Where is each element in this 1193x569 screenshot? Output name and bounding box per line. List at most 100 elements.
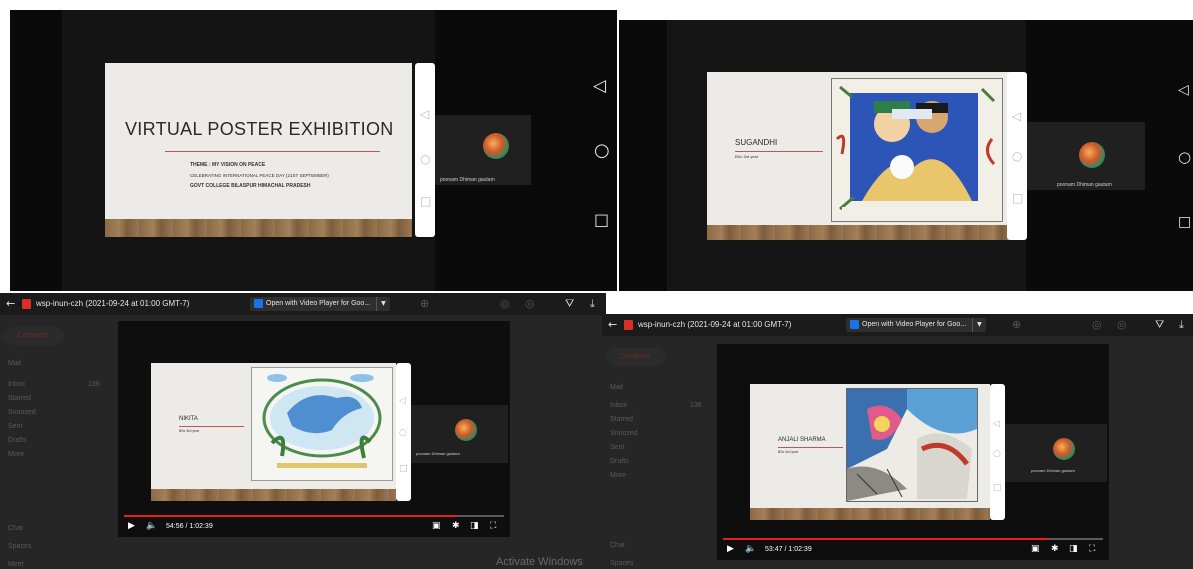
- miniplayer-icon[interactable]: ◨: [470, 521, 479, 531]
- sidebar-item-drafts[interactable]: Drafts: [8, 437, 27, 444]
- wooden-floor: [750, 508, 990, 520]
- play-icon[interactable]: ▶: [727, 544, 734, 554]
- poster-artwork: [251, 367, 393, 481]
- video-file-icon: [22, 299, 31, 309]
- android-home-icon[interactable]: ○: [594, 140, 610, 161]
- sidebar-item-starred[interactable]: Starred: [8, 395, 31, 402]
- theme-line: THEME : MY VISION ON PEACE: [190, 162, 266, 168]
- student-name: NIKITA: [179, 416, 198, 422]
- sidebar-item-inbox[interactable]: Inbox 136: [610, 402, 702, 409]
- sidebar-item-meet[interactable]: Meet: [8, 561, 24, 568]
- back-triangle-icon[interactable]: ◁: [1012, 110, 1021, 122]
- recents-square-icon[interactable]: □: [399, 463, 408, 475]
- back-triangle-icon[interactable]: ◁: [420, 108, 429, 120]
- add-to-drive-icon[interactable]: ⛛: [565, 297, 574, 311]
- dropdown-arrow-icon[interactable]: ▼: [972, 318, 986, 332]
- video-file-icon: [624, 320, 633, 330]
- student-class: BSc 3rd year: [778, 450, 799, 454]
- android-home-icon[interactable]: ○: [1178, 148, 1191, 166]
- sidebar-item-chat[interactable]: Chat: [8, 525, 23, 532]
- inbox-count: 136: [690, 402, 702, 409]
- home-circle-icon[interactable]: ○: [1012, 150, 1022, 162]
- play-icon[interactable]: ▶: [128, 521, 135, 531]
- android-back-icon[interactable]: ◁: [593, 76, 606, 96]
- video-player-app-icon: [850, 319, 859, 329]
- apps-icon[interactable]: ◎: [1117, 318, 1127, 331]
- add-comment-icon[interactable]: ⊕: [1012, 318, 1021, 331]
- open-with-label: Open with Video Player for Goo...: [862, 321, 967, 328]
- sidebar-item-sent[interactable]: Sent: [8, 423, 22, 430]
- drive-viewer-topbar: ← wsp-inun-czh (2021-09-24 at 01:00 GMT-…: [0, 293, 606, 315]
- sidebar-item-spaces[interactable]: Spaces: [610, 560, 633, 567]
- participant-tile: poonam Dhiman gautam: [435, 115, 531, 185]
- video-progress-bar[interactable]: [723, 538, 1103, 540]
- recents-square-icon[interactable]: □: [1012, 192, 1023, 204]
- captions-icon[interactable]: ▣: [432, 521, 441, 531]
- video-frame[interactable]: ANJALI SHARMA BSc 3rd year ◁ ○ □ poonam …: [717, 344, 1109, 560]
- back-triangle-icon[interactable]: ◁: [993, 418, 1000, 430]
- sidebar-item-snoozed[interactable]: Snoozed: [8, 409, 36, 416]
- mail-header: Mail: [8, 360, 21, 367]
- phone-capture-title-slide: VIRTUAL POSTER EXHIBITION THEME : MY VIS…: [10, 10, 617, 291]
- phone-side-navbar: ◁ ○ □: [396, 363, 411, 501]
- android-recents-icon[interactable]: □: [1178, 214, 1191, 230]
- sidebar-item-spaces[interactable]: Spaces: [8, 543, 31, 550]
- download-icon[interactable]: ⤓: [1179, 318, 1184, 332]
- file-name: wsp-inun-czh (2021-09-24 at 01:00 GMT-7): [638, 320, 792, 329]
- sidebar-item-inbox[interactable]: Inbox 136: [8, 381, 100, 388]
- fullscreen-icon[interactable]: ⛶: [1089, 544, 1095, 554]
- participant-avatar: [455, 419, 477, 441]
- add-comment-icon[interactable]: ⊕: [420, 297, 429, 310]
- volume-icon[interactable]: 🔈: [745, 544, 756, 554]
- home-circle-icon[interactable]: ○: [993, 448, 1001, 460]
- video-time: 53:47 / 1:02:39: [765, 546, 812, 553]
- open-with-button[interactable]: Open with Video Player for Goo... ▼: [846, 318, 986, 332]
- screenshot-collage: VIRTUAL POSTER EXHIBITION THEME : MY VIS…: [0, 0, 1193, 569]
- android-back-icon[interactable]: ◁: [1178, 82, 1189, 98]
- compose-button[interactable]: Compose: [606, 348, 666, 366]
- home-circle-icon[interactable]: ○: [399, 427, 407, 439]
- open-with-button[interactable]: Open with Video Player for Goo... ▼: [250, 297, 390, 311]
- back-arrow-icon[interactable]: ←: [608, 318, 617, 331]
- home-circle-icon[interactable]: ○: [420, 153, 430, 165]
- title-rule: [179, 426, 244, 427]
- fullscreen-icon[interactable]: ⛶: [490, 521, 496, 531]
- participant-avatar: [1053, 438, 1075, 460]
- sidebar-item-more[interactable]: More: [610, 472, 626, 479]
- presentation-slide: VIRTUAL POSTER EXHIBITION THEME : MY VIS…: [105, 63, 412, 237]
- recents-square-icon[interactable]: □: [420, 195, 431, 207]
- download-icon[interactable]: ⤓: [590, 297, 595, 311]
- slide-title: VIRTUAL POSTER EXHIBITION: [125, 119, 394, 139]
- dropdown-arrow-icon[interactable]: ▼: [376, 297, 390, 311]
- sidebar-item-chat[interactable]: Chat: [610, 542, 625, 549]
- settings-gear-icon[interactable]: ✱: [1051, 544, 1059, 554]
- drive-video-viewer-nikita: Compose Mail Inbox 136 Starred Snoozed Se…: [0, 293, 606, 569]
- settings-gear-icon[interactable]: ✱: [452, 521, 460, 531]
- student-name: ANJALI SHARMA: [778, 437, 826, 443]
- video-frame[interactable]: NIKITA BSc 3rd year ◁ ○ □ poonam Dhiman …: [118, 321, 510, 537]
- phone-side-navbar: ◁ ○ □: [990, 384, 1005, 520]
- file-name: wsp-inun-czh (2021-09-24 at 01:00 GMT-7): [36, 299, 190, 308]
- video-progress-bar[interactable]: [124, 515, 504, 517]
- apps-icon[interactable]: ◎: [525, 297, 535, 310]
- captions-icon[interactable]: ▣: [1031, 544, 1040, 554]
- recents-square-icon[interactable]: □: [993, 482, 1002, 494]
- compose-button[interactable]: Compose: [4, 327, 64, 345]
- info-icon[interactable]: ◎: [500, 297, 510, 310]
- add-to-drive-icon[interactable]: ⛛: [1155, 318, 1164, 332]
- sidebar-item-sent[interactable]: Sent: [610, 444, 624, 451]
- sidebar-item-starred[interactable]: Starred: [610, 416, 633, 423]
- sidebar-item-snoozed[interactable]: Snoozed: [610, 430, 638, 437]
- sidebar-item-more[interactable]: More: [8, 451, 24, 458]
- sidebar-item-drafts[interactable]: Drafts: [610, 458, 629, 465]
- participant-name: poonam Dhiman gautam: [1031, 468, 1075, 473]
- back-arrow-icon[interactable]: ←: [6, 297, 15, 310]
- poster-artwork: [846, 388, 978, 502]
- participant-avatar: [1079, 142, 1105, 168]
- info-icon[interactable]: ◎: [1092, 318, 1102, 331]
- android-recents-icon[interactable]: □: [594, 210, 609, 229]
- back-triangle-icon[interactable]: ◁: [399, 395, 406, 407]
- volume-icon[interactable]: 🔈: [146, 521, 157, 531]
- miniplayer-icon[interactable]: ◨: [1069, 544, 1078, 554]
- phone-side-navbar: ◁ ○ □: [1007, 72, 1027, 240]
